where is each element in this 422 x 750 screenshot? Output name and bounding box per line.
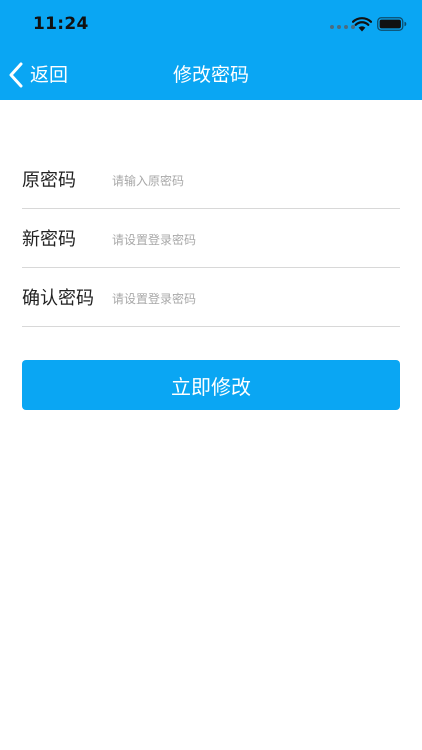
battery-icon [377,17,407,31]
nav-bar: 返回 修改密码 [0,48,422,100]
header: 11:24 返回 修改密码 [0,0,422,100]
confirm-password-label: 确认密码 [22,288,94,309]
status-bar: 11:24 [0,0,422,48]
confirm-password-input[interactable] [112,284,392,314]
chevron-left-icon [9,62,23,88]
old-password-input[interactable] [112,166,392,196]
back-label: 返回 [30,64,69,86]
password-form: 原密码 新密码 确认密码 [0,150,422,327]
new-password-input[interactable] [112,225,392,255]
submit-button[interactable]: 立即修改 [22,360,400,410]
new-password-label: 新密码 [22,229,76,250]
status-time: 11:24 [33,14,89,34]
old-password-row: 原密码 [22,150,400,209]
back-button[interactable]: 返回 [8,60,68,90]
wifi-icon [352,17,372,32]
old-password-label: 原密码 [22,170,76,191]
confirm-password-row: 确认密码 [22,268,400,327]
new-password-row: 新密码 [22,209,400,268]
